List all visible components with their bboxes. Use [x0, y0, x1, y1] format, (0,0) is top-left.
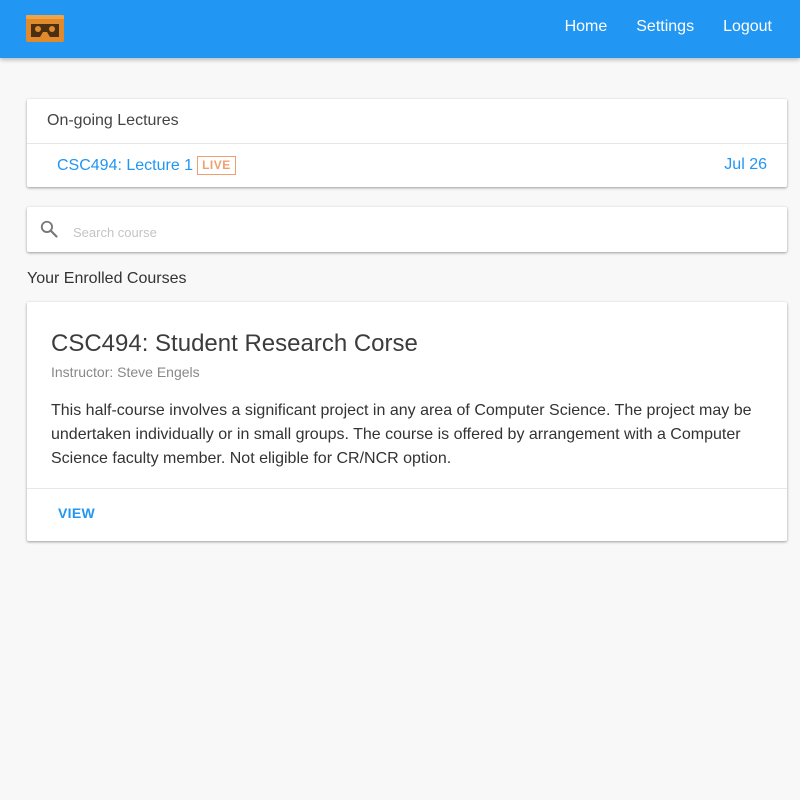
- course-description: This half-course involves a significant …: [51, 402, 752, 467]
- card-divider: [27, 488, 787, 489]
- search-icon: [40, 220, 58, 238]
- app-bar: Home Settings Logout: [0, 0, 800, 58]
- lecture-row[interactable]: CSC494: Lecture 1 LIVE Jul 26: [27, 144, 787, 187]
- lecture-link[interactable]: CSC494: Lecture 1 LIVE: [57, 156, 236, 175]
- nav-logout-link[interactable]: Logout: [723, 18, 772, 36]
- live-badge: LIVE: [197, 156, 236, 175]
- nav-home-link[interactable]: Home: [565, 18, 608, 36]
- course-title: CSC494: Student Research Corse: [51, 330, 418, 357]
- cardboard-vr-headset-icon[interactable]: [26, 15, 64, 42]
- ongoing-lectures-title: On-going Lectures: [27, 99, 787, 144]
- search-input[interactable]: [71, 213, 765, 251]
- lecture-name[interactable]: CSC494: Lecture 1: [57, 157, 193, 174]
- course-instructor: Instructor: Steve Engels: [51, 364, 200, 380]
- search-card: [27, 207, 787, 252]
- course-card: CSC494: Student Research Corse Instructo…: [27, 302, 787, 541]
- top-nav: Home Settings Logout: [565, 0, 800, 54]
- ongoing-lectures-card: On-going Lectures CSC494: Lecture 1 LIVE …: [27, 99, 787, 187]
- nav-settings-link[interactable]: Settings: [636, 18, 694, 36]
- lecture-date: Jul 26: [724, 156, 767, 173]
- enrolled-courses-heading: Your Enrolled Courses: [27, 270, 187, 287]
- view-course-button[interactable]: VIEW: [49, 499, 104, 527]
